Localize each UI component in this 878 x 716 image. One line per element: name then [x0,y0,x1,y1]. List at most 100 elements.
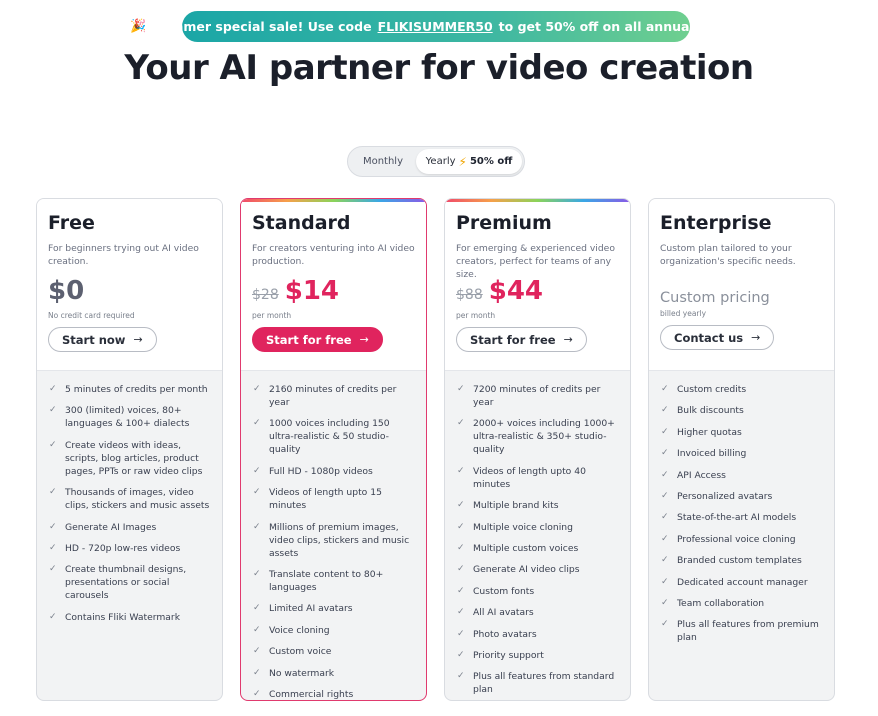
plan-price: $0 [48,276,85,306]
start-for-free-button[interactable]: Start for free → [456,327,587,352]
feature-item: ✓ Branded custom templates [661,554,824,567]
feature-text: Dedicated account manager [677,576,808,588]
feature-text: Generate AI Images [65,521,157,533]
feature-item: ✓ Contains Fliki Watermark [49,611,212,624]
check-icon: ✓ [661,405,669,416]
check-icon: ✓ [49,439,57,450]
feature-item: ✓ 2000+ voices including 1000+ ultra-real… [457,417,620,456]
feature-text: Plus all features from standard plan [473,671,615,696]
feature-text: Videos of length upto 40 minutes [473,465,586,490]
billing-monthly-option[interactable]: Monthly [350,149,416,174]
feature-item: ✓ Invoiced billing [661,447,824,460]
feature-item: ✓ Videos of length upto 40 minutes [457,465,620,491]
feature-item: ✓ API Access [661,469,824,482]
check-icon: ✓ [49,384,57,394]
feature-text: 2160 minutes of credits per year [269,384,397,408]
check-icon: ✓ [457,418,465,429]
billing-yearly-option[interactable]: Yearly ⚡ 50% off [416,149,522,174]
check-icon: ✓ [253,603,261,614]
check-icon: ✓ [49,521,57,532]
check-icon: ✓ [457,607,465,618]
check-icon: ✓ [661,576,669,587]
promo-text-before: Summer special sale! Use code [152,19,372,34]
feature-item: ✓ Custom credits [661,383,824,396]
arrow-right-icon: → [359,333,369,346]
plan-card-premium: Premium For emerging & experienced video… [444,198,631,701]
feature-item: ✓ Multiple brand kits [457,499,620,512]
check-icon: ✓ [661,533,669,544]
check-icon: ✓ [49,487,57,498]
check-icon: ✓ [661,384,669,394]
check-icon: ✓ [49,611,57,622]
plan-description: Custom plan tailored to your organizatio… [660,243,796,267]
feature-item: ✓ All AI avatars [457,606,620,619]
feature-text: Multiple brand kits [473,500,559,512]
featured-gradient-bar [445,199,630,202]
check-icon: ✓ [49,542,57,553]
arrow-right-icon: → [563,333,573,346]
feature-text: State-of-the-art AI models [677,512,797,524]
plan-period: billed yearly [660,309,707,318]
feature-text: Thousands of images, video clips, sticke… [65,487,210,512]
feature-item: ✓ 7200 minutes of credits per year [457,383,620,409]
feature-text: HD - 720p low-res videos [65,542,181,554]
feature-item: ✓ Team collaboration [661,597,824,610]
feature-text: Personalized avatars [677,490,773,502]
feature-item: ✓ HD - 720p low-res videos [49,542,212,555]
feature-list: ✓ 5 minutes of credits per month ✓ 300 (lim… [37,371,222,624]
feature-item: ✓ No watermark [253,667,416,680]
billing-toggle[interactable]: Monthly Yearly ⚡ 50% off [347,146,525,177]
promo-banner[interactable]: 🎉 Summer special sale! Use code FLIKISUM… [130,11,742,42]
promo-text-after: to get 50% off on all annual plans! [498,19,742,34]
check-icon: ✓ [457,384,465,394]
feature-item: ✓ Create videos with ideas, scripts, blog… [49,439,212,478]
feature-text: Multiple custom voices [473,542,579,554]
feature-text: All AI avatars [473,607,534,619]
check-icon: ✓ [457,500,465,511]
feature-item: ✓ Thousands of images, video clips, stick… [49,486,212,512]
check-icon: ✓ [253,418,261,429]
feature-item: ✓ Plus all features from standard plan [457,670,620,696]
feature-item: ✓ Custom voice [253,645,416,658]
feature-text: Plus all features from premium plan [677,619,819,644]
feature-item: ✓ Limited AI avatars [253,602,416,615]
feature-item: ✓ 5 minutes of credits per month [49,383,212,396]
check-icon: ✓ [661,490,669,501]
arrow-right-icon: → [133,333,143,346]
plan-old-price: $88 [456,287,483,303]
feature-text: Custom voice [269,646,332,658]
feature-text: Branded custom templates [677,555,802,567]
plan-description: For creators venturing into AI video pro… [252,243,415,267]
check-icon: ✓ [253,624,261,635]
check-icon: ✓ [253,521,261,532]
feature-item: ✓ Higher quotas [661,426,824,439]
button-label: Start for free [470,332,556,347]
plan-old-price: $28 [252,287,279,303]
feature-item: ✓ Create thumbnail designs, presentations… [49,563,212,602]
feature-item: ✓ Translate content to 80+ languages [253,568,416,594]
party-popper-icon: 🎉 [130,19,147,34]
plan-period: per month [252,311,292,320]
feature-item: ✓ Millions of premium images, video clips… [253,521,416,560]
feature-text: Translate content to 80+ languages [269,568,384,593]
feature-list: ✓ Custom credits ✓ Bulk discounts ✓ Higher qu… [649,371,834,644]
feature-item: ✓ Generate AI video clips [457,563,620,576]
start-for-free-button[interactable]: Start for free → [252,327,383,352]
contact-us-button[interactable]: Contact us → [660,325,775,350]
feature-text: Contains Fliki Watermark [65,611,181,623]
lightning-bolt-icon: ⚡ [458,154,467,169]
start-now-button[interactable]: Start now → [48,327,157,352]
feature-text: Priority support [473,649,544,661]
yearly-label: Yearly [425,156,456,167]
plan-description: For beginners trying out AI video creati… [48,243,199,267]
check-icon: ✓ [661,619,669,630]
check-icon: ✓ [253,384,261,394]
feature-text: API Access [677,469,726,481]
promo-code-link[interactable]: FLIKISUMMER50 [378,19,493,34]
feature-text: Custom credits [677,384,747,395]
plan-price: $44 [488,276,544,306]
feature-item: ✓ Commercial rights [253,688,416,700]
plan-card-enterprise: Enterprise Custom plan tailored to your … [648,198,835,701]
feature-text: No watermark [269,667,335,679]
feature-text: 300 (limited) voices, 80+ languages & 10… [65,405,190,430]
